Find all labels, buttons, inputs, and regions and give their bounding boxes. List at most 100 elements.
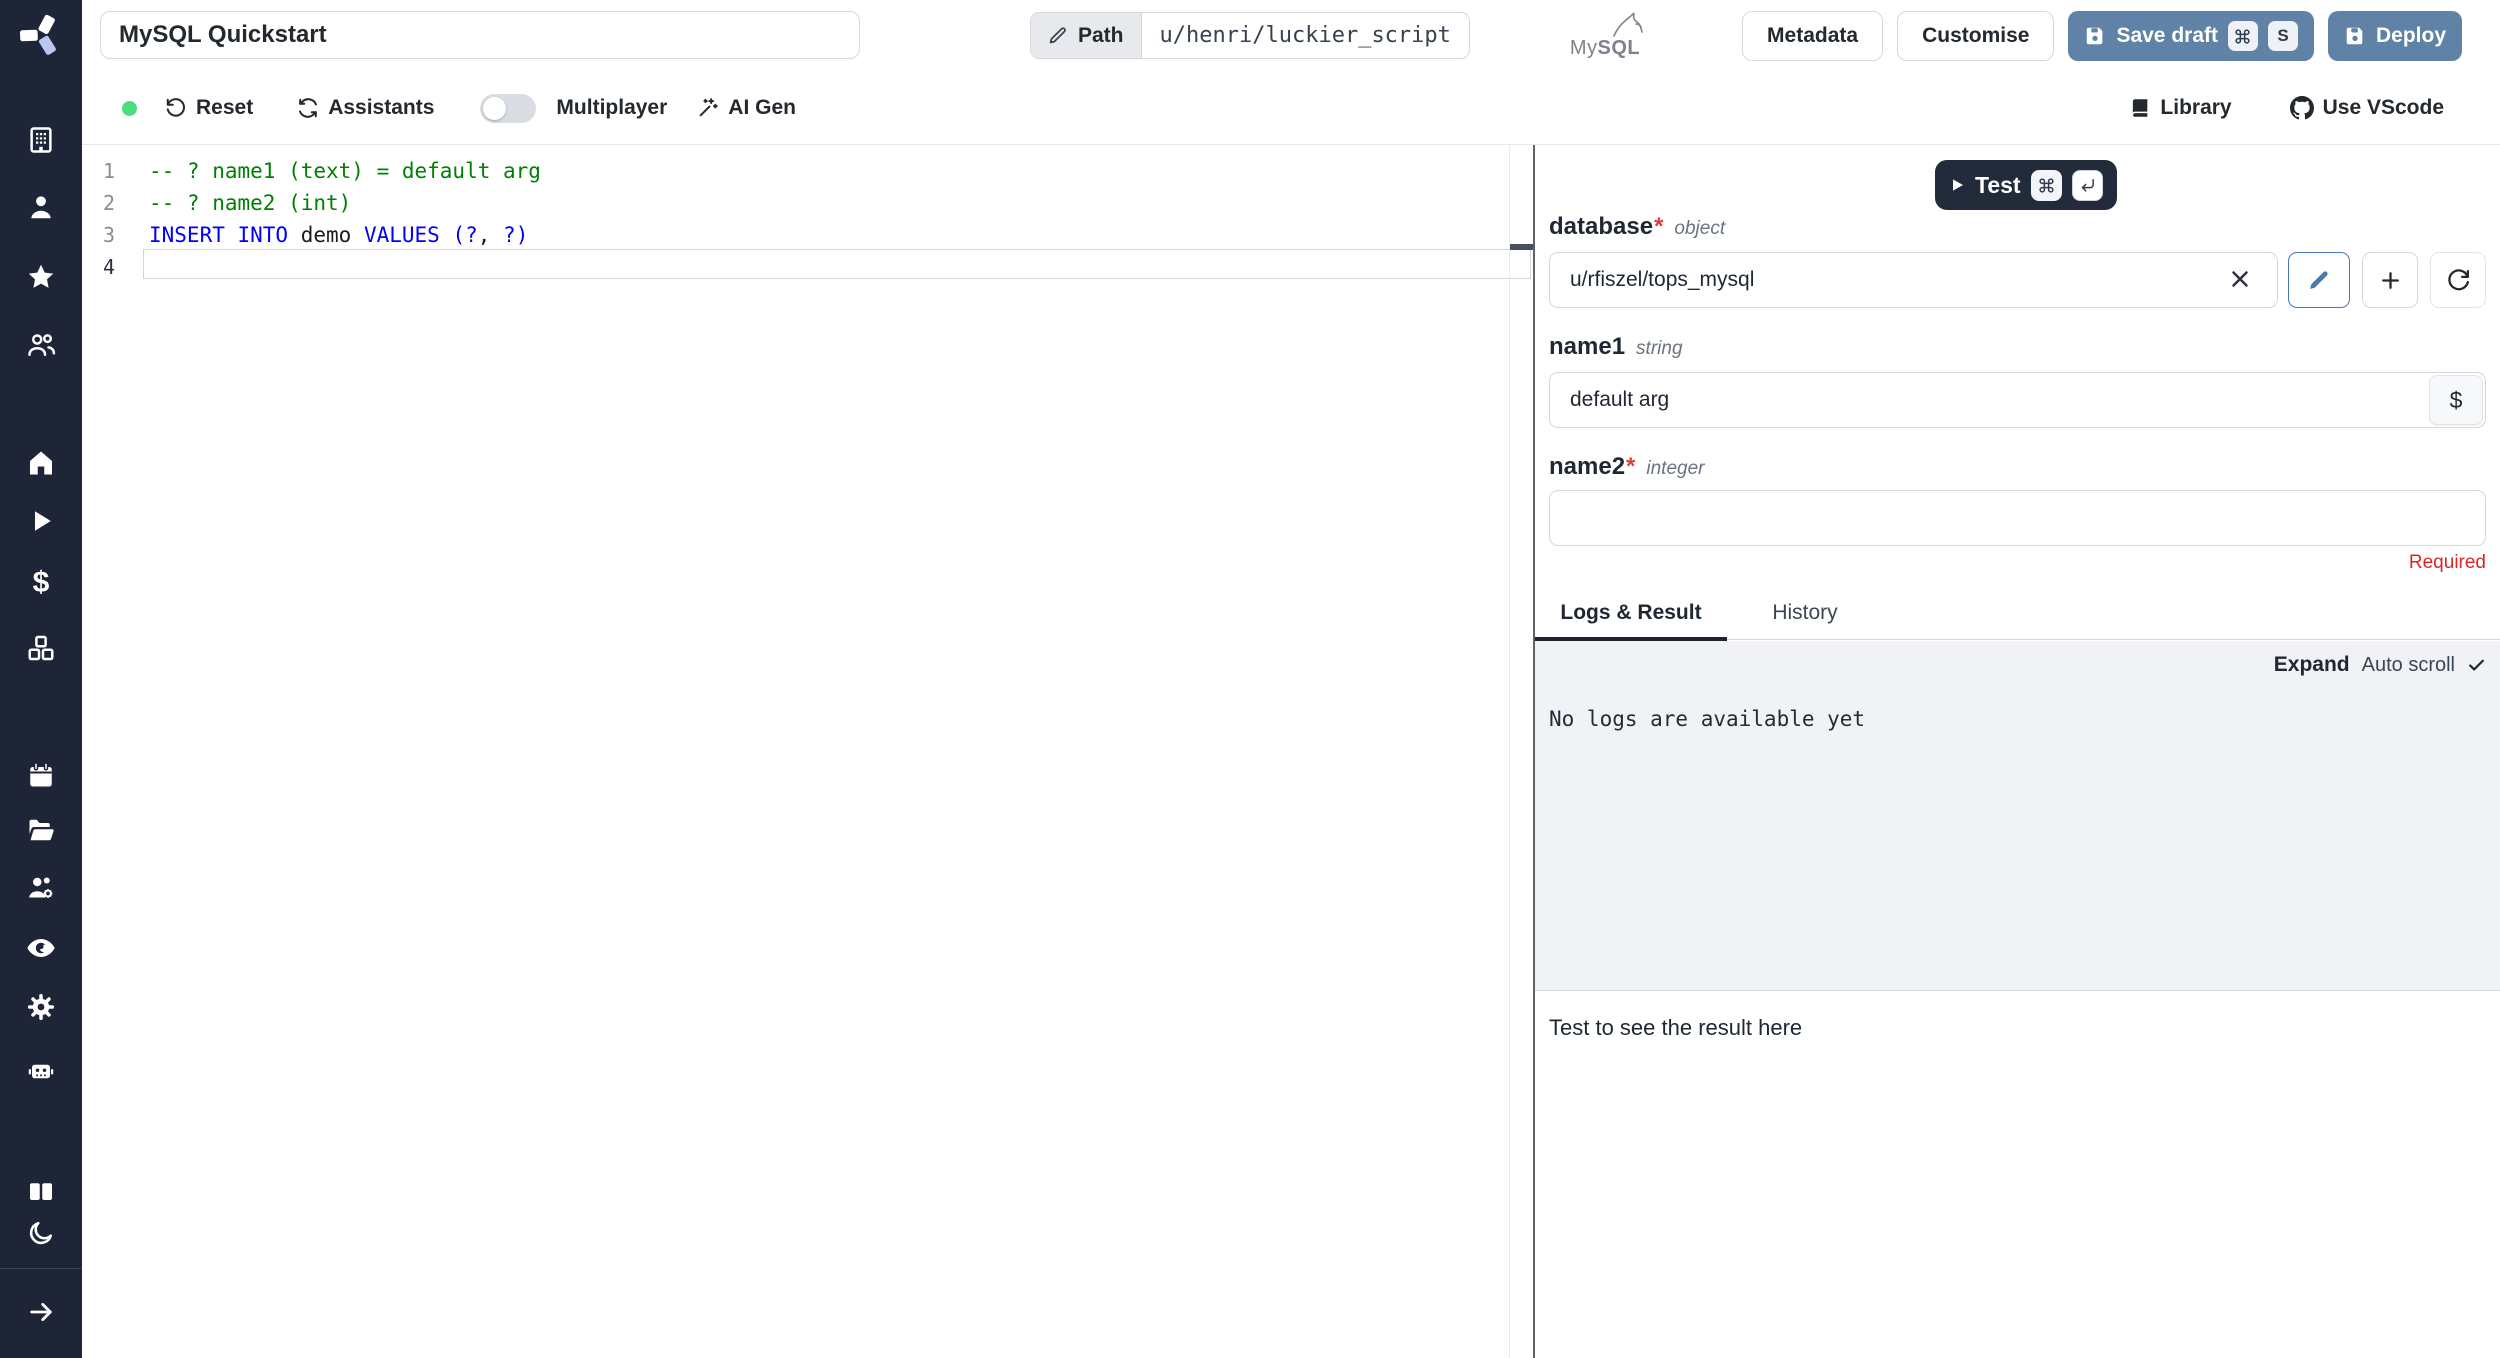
- ai-gen-button[interactable]: AI Gen: [697, 96, 796, 120]
- panel-tabs: Logs & Result History: [1535, 586, 2500, 641]
- field-label-name1: name1 string: [1549, 333, 1683, 360]
- metadata-button[interactable]: Metadata: [1742, 11, 1884, 61]
- pencil-icon: [2309, 270, 2328, 289]
- dollar-icon: $: [2449, 386, 2463, 413]
- name1-input[interactable]: [1549, 372, 2486, 428]
- logs-panel: Expand Auto scroll No logs are available…: [1535, 641, 2500, 990]
- test-button[interactable]: Test: [1935, 160, 2117, 210]
- database-input[interactable]: [1549, 252, 2278, 308]
- moon-icon: [29, 1221, 53, 1245]
- field-label-name2: name2* integer: [1549, 453, 1705, 480]
- path-label: Path: [1078, 23, 1124, 47]
- field-label-database: database* object: [1549, 213, 1726, 240]
- deploy-label: Deploy: [2375, 24, 2446, 47]
- code-line[interactable]: 1 -- ? name1 (text) = default arg: [82, 155, 1533, 187]
- save-icon: [2087, 27, 2103, 45]
- editor-toolbar: Reset Assistants Multiplayer AI Gen Libr…: [82, 72, 2500, 145]
- rotate-cw-icon: [2447, 268, 2469, 290]
- sidebar-item-theme-toggle[interactable]: [0, 1219, 82, 1247]
- sidebar-item-runs[interactable]: [0, 506, 82, 536]
- code-line[interactable]: 4: [82, 251, 1533, 283]
- check-icon[interactable]: [2467, 656, 2486, 675]
- line-number: 2: [102, 191, 115, 215]
- book-icon: [2132, 99, 2148, 117]
- library-button[interactable]: Library: [2129, 96, 2232, 120]
- users-cog-icon: [29, 877, 53, 898]
- multiplayer-toggle[interactable]: [480, 93, 537, 123]
- sidebar-item-groups[interactable]: [0, 873, 82, 903]
- autoscroll-label[interactable]: Auto scroll: [2362, 654, 2455, 677]
- sidebar-item-resources[interactable]: [0, 633, 82, 663]
- refresh-resources-button[interactable]: [2430, 252, 2486, 308]
- tab-history[interactable]: History: [1740, 586, 1870, 640]
- sidebar-item-docs[interactable]: [0, 1177, 82, 1207]
- status-dot: [122, 100, 137, 116]
- multiplayer-label: Multiplayer: [556, 96, 668, 119]
- save-icon: [2346, 27, 2363, 45]
- clear-database-button[interactable]: [2227, 266, 2253, 292]
- pencil-icon: [1049, 27, 1066, 44]
- code-editor[interactable]: 1 -- ? name1 (text) = default arg 2 -- ?…: [82, 145, 1533, 1358]
- sidebar-item-folders[interactable]: [0, 815, 82, 845]
- boxes-icon: [28, 635, 54, 661]
- refresh-icon: [299, 98, 318, 118]
- line-number-active: 4: [102, 255, 115, 279]
- logs-empty-message: No logs are available yet: [1549, 707, 1866, 731]
- sidebar-item-schedules[interactable]: [0, 760, 82, 790]
- path-group[interactable]: Path u/henri/luckier_script: [1030, 12, 1470, 59]
- use-vscode-button[interactable]: Use VScode: [2289, 96, 2444, 120]
- enter-key-badge: [2071, 169, 2103, 201]
- folder-open-icon: [29, 819, 54, 841]
- users-icon: [28, 334, 56, 356]
- expand-button[interactable]: Expand: [2274, 653, 2350, 677]
- variable-picker-button[interactable]: $: [2429, 375, 2483, 425]
- mysql-language-logo: MySQL: [1550, 8, 1660, 66]
- sidebar-item-users[interactable]: [0, 330, 82, 360]
- user-icon: [31, 196, 51, 219]
- sidebar-logo[interactable]: [0, 12, 82, 56]
- script-title-input[interactable]: [100, 11, 860, 59]
- add-resource-button[interactable]: [2362, 252, 2418, 308]
- magic-wand-icon: [699, 98, 718, 117]
- sidebar-item-favorites[interactable]: [0, 262, 82, 292]
- play-icon: [35, 511, 51, 531]
- code-line[interactable]: 3 INSERT INTO demo VALUES (?, ?): [82, 219, 1533, 251]
- settings-gear-icon: [28, 994, 54, 1020]
- calendar-icon: [30, 762, 52, 787]
- customise-button[interactable]: Customise: [1897, 11, 2055, 61]
- sidebar-item-user[interactable]: [0, 192, 82, 222]
- edit-resource-button[interactable]: [2288, 252, 2350, 308]
- windmill-logo-icon: [19, 14, 56, 55]
- deploy-button[interactable]: Deploy: [2327, 11, 2462, 61]
- path-chip[interactable]: Path: [1031, 13, 1142, 58]
- code-line[interactable]: 2 -- ? name2 (int): [82, 187, 1533, 219]
- name2-input[interactable]: [1549, 490, 2486, 546]
- code-statement: INSERT INTO demo VALUES (?, ?): [149, 223, 529, 247]
- dollar-icon: $: [32, 566, 50, 599]
- sidebar-item-home[interactable]: [0, 448, 82, 478]
- required-error: Required: [2408, 552, 2486, 573]
- robot-icon: [28, 1064, 54, 1079]
- sidebar: $: [0, 0, 82, 1358]
- command-icon: [2039, 177, 2054, 193]
- star-icon: [28, 264, 54, 288]
- save-draft-button[interactable]: Save draft S: [2068, 11, 2314, 61]
- assistants-button[interactable]: Assistants: [297, 96, 434, 120]
- tab-logs-result[interactable]: Logs & Result: [1535, 586, 1727, 640]
- sidebar-expand-button[interactable]: [0, 1298, 82, 1326]
- mysql-dolphin-icon: [1613, 12, 1643, 37]
- command-icon: [2235, 28, 2251, 44]
- sidebar-item-audit-logs[interactable]: [0, 933, 82, 963]
- plus-icon: [2381, 271, 2399, 289]
- cursor-position-marker: [1510, 244, 1533, 250]
- sidebar-item-variables[interactable]: $: [0, 568, 82, 598]
- sidebar-item-workers[interactable]: [0, 1055, 82, 1085]
- sidebar-item-workspace[interactable]: [0, 125, 82, 155]
- arrow-right-icon: [30, 1303, 52, 1321]
- home-icon: [30, 451, 52, 475]
- result-placeholder: Test to see the result here: [1549, 1015, 1803, 1040]
- reset-button[interactable]: Reset: [165, 96, 253, 120]
- play-icon: [1953, 179, 1963, 191]
- run-panel: Test database* object u/rfiszel/tops_mys…: [1535, 145, 2500, 1358]
- sidebar-item-settings[interactable]: [0, 992, 82, 1022]
